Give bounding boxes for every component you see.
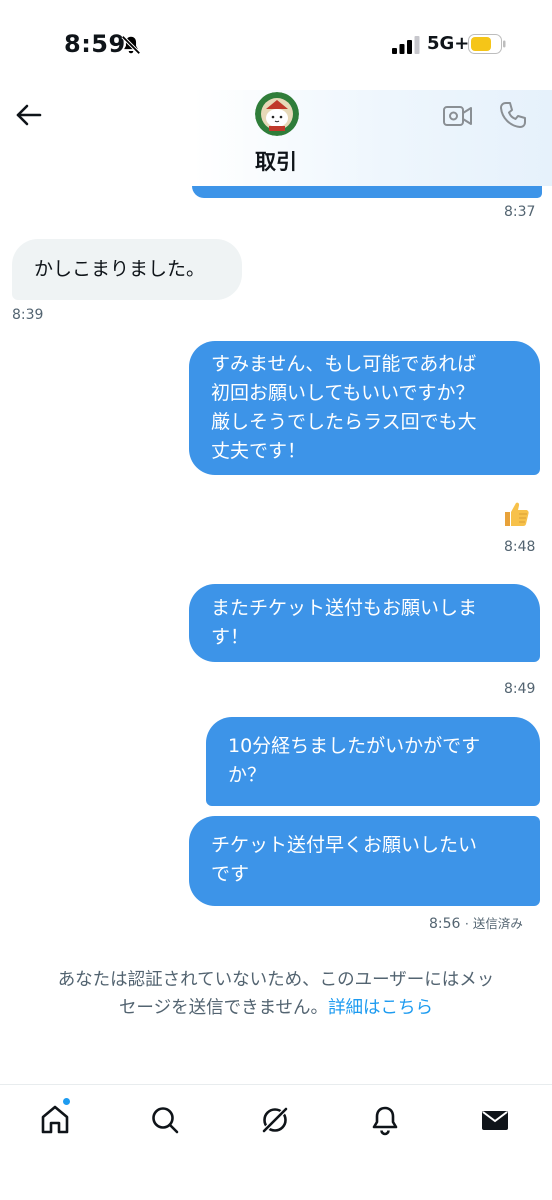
- message-bubble-outgoing[interactable]: またチケット送付もお願いしま す！: [189, 584, 540, 662]
- message-text: すみません、もし可能であれば: [211, 353, 477, 375]
- message-text: 丈夫です！: [211, 440, 307, 462]
- message-text: 初回お願いしてもいいですか？: [211, 382, 475, 404]
- message-bubble-outgoing[interactable]: 10分経ちましたがいかがです か？: [206, 717, 540, 806]
- learn-more-link[interactable]: 詳細はこちら: [328, 998, 433, 1018]
- home-notification-dot: [62, 1097, 71, 1106]
- phone-icon[interactable]: [498, 100, 528, 130]
- battery-icon: [468, 34, 506, 54]
- signal-icon: [392, 36, 420, 54]
- bottom-navigation: [0, 1084, 552, 1200]
- message-status: · 送信済み: [464, 916, 523, 931]
- home-icon[interactable]: [38, 1103, 72, 1137]
- message-timestamp: 8:49: [504, 681, 536, 697]
- status-time: 8:59: [64, 30, 126, 58]
- thumbs-up-reaction-icon[interactable]: [501, 499, 531, 529]
- message-text: か？: [228, 764, 267, 786]
- message-time: 8:56: [429, 916, 461, 932]
- message-bubble-outgoing[interactable]: チケット送付早くお願いしたい です: [189, 816, 540, 906]
- status-bar: 8:59 5G+: [0, 0, 552, 90]
- avatar[interactable]: [255, 92, 299, 136]
- message-timestamp: 8:56 · 送信済み: [429, 913, 523, 932]
- unverified-notice: あなたは認証されていないため、このユーザーにはメッ セージを送信できません。詳細…: [0, 966, 552, 1022]
- search-icon[interactable]: [148, 1103, 182, 1137]
- back-arrow-icon[interactable]: [12, 98, 46, 132]
- message-text: チケット送付早くお願いしたい: [211, 834, 478, 856]
- message-text: またチケット送付もお願いしま: [211, 597, 478, 619]
- video-call-icon[interactable]: [442, 102, 474, 130]
- message-text: です: [211, 863, 250, 885]
- notice-line: セージを送信できません。: [118, 998, 329, 1018]
- message-text: す！: [211, 626, 250, 648]
- message-list[interactable]: 8:37 かしこまりました。 8:39 すみません、もし可能であれば 初回お願い…: [0, 186, 552, 932]
- grok-icon[interactable]: [258, 1103, 292, 1137]
- messages-icon[interactable]: [478, 1103, 512, 1137]
- message-bubble-previous[interactable]: [192, 186, 542, 198]
- message-timestamp: 8:48: [504, 539, 536, 555]
- notice-line: あなたは認証されていないため、このユーザーにはメッ: [57, 970, 495, 990]
- chat-header: 取引: [0, 90, 552, 186]
- network-type: 5G+: [427, 33, 470, 54]
- message-text: 厳しそうでしたらラス回でも大: [211, 411, 477, 433]
- message-text: かしこまりました。: [34, 258, 206, 280]
- message-timestamp: 8:39: [12, 307, 44, 323]
- message-text: 10分経ちましたがいかがです: [228, 735, 481, 757]
- message-bubble-outgoing[interactable]: すみません、もし可能であれば 初回お願いしてもいいですか？ 厳しそうでしたらラス…: [189, 341, 540, 475]
- bell-off-icon: [121, 35, 141, 55]
- message-bubble-incoming[interactable]: かしこまりました。: [12, 239, 242, 300]
- message-timestamp: 8:37: [504, 204, 536, 220]
- notifications-icon[interactable]: [368, 1103, 402, 1137]
- chat-title[interactable]: 取引: [0, 146, 552, 176]
